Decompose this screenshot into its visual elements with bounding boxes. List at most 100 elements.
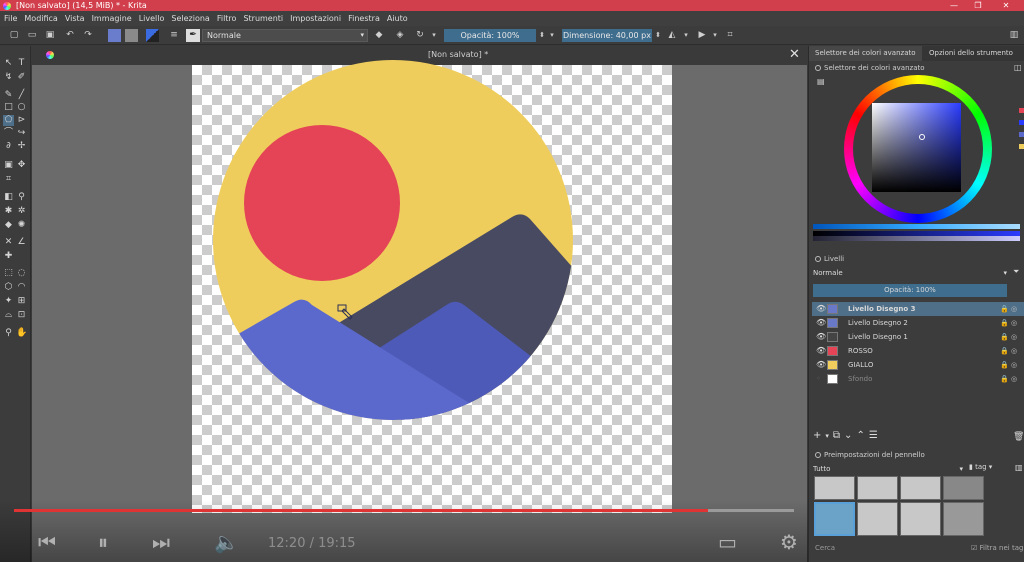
layers-blend-mode[interactable]: Normale ▾ [813,267,1007,279]
docker-float-icon[interactable]: ◫ [1014,63,1022,72]
freehand-select-icon[interactable]: ◠ [16,282,27,293]
mirror-dropdown-icon[interactable]: ▾ [682,29,690,42]
saturation-value-picker[interactable] [872,103,961,192]
layer-visibility-icon[interactable]: 👁 [816,316,826,330]
layer-lock-icon[interactable]: 🔒 ◎ [1000,330,1017,344]
brush-preset-icon[interactable]: ✒ [186,29,200,42]
layer-visibility-icon[interactable]: 👁 [816,358,826,372]
freehand-path-icon[interactable]: ↪ [16,128,27,139]
menu-modifica[interactable]: Modifica [24,14,57,23]
opacity-dropdown-icon[interactable]: ▾ [548,29,556,42]
move-tool-icon[interactable]: ✥ [16,160,27,171]
move-layer-up-icon[interactable]: ⌃ [856,430,864,441]
brush-preset-3[interactable] [900,476,941,500]
dynamic-brush-icon[interactable]: ∂ [3,141,14,152]
new-document-icon[interactable]: ▢ [8,29,20,42]
layer-row[interactable]: ◦ Sfondo 🔒 ◎ [812,372,1024,386]
video-progress-bar[interactable] [14,509,794,512]
layer-row[interactable]: 👁 GIALLO 🔒 ◎ [812,358,1024,372]
layer-row[interactable]: 👁 Livello Disegno 3 🔒 ◎ [812,302,1024,316]
layer-row[interactable]: 👁 Livello Disegno 2 🔒 ◎ [812,316,1024,330]
layer-visibility-icon[interactable]: 👁 [816,302,826,316]
menu-file[interactable]: File [4,14,17,23]
color-history-swatch-lightblue[interactable] [1019,132,1024,137]
delete-layer-icon[interactable]: 🗑 [1013,432,1024,442]
open-folder-icon[interactable]: ▭ [26,29,38,42]
brush-preset-2[interactable] [857,476,898,500]
menu-seleziona[interactable]: Seleziona [171,14,209,23]
layer-filter-icon[interactable]: ⏷ [1013,267,1019,277]
calligraphy-icon[interactable]: ✐ [16,72,27,83]
volume-icon[interactable]: 🔈 [214,530,239,554]
layer-lock-icon[interactable]: 🔒 ◎ [1000,344,1017,358]
edit-brush-icon[interactable]: ≡ [168,29,180,42]
multibrush-icon[interactable]: ✢ [16,141,27,152]
layer-opacity-slider[interactable]: Opacità: 100% [813,284,1007,297]
mirror-horizontal-icon[interactable]: ◭ [666,29,678,42]
eraser-icon[interactable]: ◆ [373,29,385,42]
save-icon[interactable]: ▣ [44,29,56,42]
layer-menu-icon[interactable]: ☰ [869,430,878,441]
assistant-tool-icon[interactable]: ✕ [3,237,14,248]
blend-mode-select[interactable]: Normale ▾ [202,29,368,42]
line-tool-icon[interactable]: ╱ [16,90,27,101]
layer-lock-icon[interactable]: 🔒 ◎ [1000,302,1017,316]
layer-lock-icon[interactable]: 🔒 ◎ [1000,358,1017,372]
duplicate-layer-icon[interactable]: ⧉ [833,430,840,441]
filter-in-tags-checkbox[interactable]: ☑ Filtra nei tag [971,544,1023,552]
hue-bar[interactable] [813,224,1020,229]
tab-color-selector[interactable]: Selettore dei colori avanzato [809,46,922,61]
tab-tool-options[interactable]: Opzioni dello strumento [923,46,1019,61]
bezier-tool-icon[interactable]: ⌒ [3,128,14,139]
similar-select-icon[interactable]: ⊞ [16,296,27,307]
menu-filtro[interactable]: Filtro [217,14,237,23]
menu-finestra[interactable]: Finestra [348,14,380,23]
settings-gear-icon[interactable]: ⚙ [780,530,798,554]
wrap-around-icon[interactable]: ⌗ [724,29,736,42]
color-history-swatch-yellow[interactable] [1019,144,1024,149]
menu-livello[interactable]: Livello [139,14,165,23]
brush-preset-4[interactable] [943,476,984,500]
presets-close-icon[interactable] [815,452,821,458]
measure-tool-icon[interactable]: ∠ [16,237,27,248]
add-layer-icon[interactable]: + [813,430,821,441]
next-icon[interactable]: ⏭ [152,530,170,554]
minimize-button[interactable]: — [944,0,964,11]
docker-close-icon[interactable] [815,65,821,71]
polygon-tool-icon[interactable]: ⬠ [3,115,14,126]
layer-lock-icon[interactable]: 🔒 ◎ [1000,372,1017,386]
tag-dropdown[interactable]: ▮ tag ▾ [969,463,992,471]
layers-close-icon[interactable] [815,256,821,262]
rect-select-icon[interactable]: ⬚ [3,268,14,279]
layer-row[interactable]: 👁 Livello Disegno 1 🔒 ◎ [812,330,1024,344]
undo-icon[interactable]: ↶ [64,29,76,42]
brush-preset-8[interactable] [943,502,984,536]
zoom-tool-icon[interactable]: ⚲ [3,328,14,339]
redo-icon[interactable]: ↷ [82,29,94,42]
brush-preset-5-selected[interactable] [814,502,855,536]
bezier-select-icon[interactable]: ⌓ [3,310,14,321]
preset-search-label[interactable]: Cerca [815,544,835,552]
brush-preset-7[interactable] [900,502,941,536]
ellipse-select-icon[interactable]: ◌ [16,268,27,279]
layer-lock-icon[interactable]: 🔒 ◎ [1000,316,1017,330]
menu-strumenti[interactable]: Strumenti [243,14,283,23]
maximize-button[interactable]: ❐ [968,0,988,11]
color-settings-icon[interactable]: ▤ [817,77,825,86]
fill-tool-icon[interactable]: ◆ [3,220,14,231]
ellipse-tool-icon[interactable]: ○ [16,102,27,113]
reload-dropdown-icon[interactable]: ▾ [430,29,438,42]
layer-visibility-icon[interactable]: 👁 [816,344,826,358]
edit-shape-icon[interactable]: ↯ [3,72,14,83]
pattern-swatch-icon[interactable] [125,29,138,42]
pause-icon[interactable]: ⏸ [98,530,108,554]
color-picker-icon[interactable]: ⚲ [16,192,27,203]
gradient-tool-icon[interactable]: ◧ [3,192,14,203]
magnetic-select-icon[interactable]: ⊡ [16,310,27,321]
artwork-mountains-sun[interactable] [212,59,574,421]
fg-bg-color-icon[interactable] [146,29,159,42]
menu-vista[interactable]: Vista [65,14,85,23]
size-spin-icon[interactable]: ⬍ [654,29,662,42]
color-picker-cursor[interactable] [919,134,925,140]
brush-preset-6[interactable] [857,502,898,536]
